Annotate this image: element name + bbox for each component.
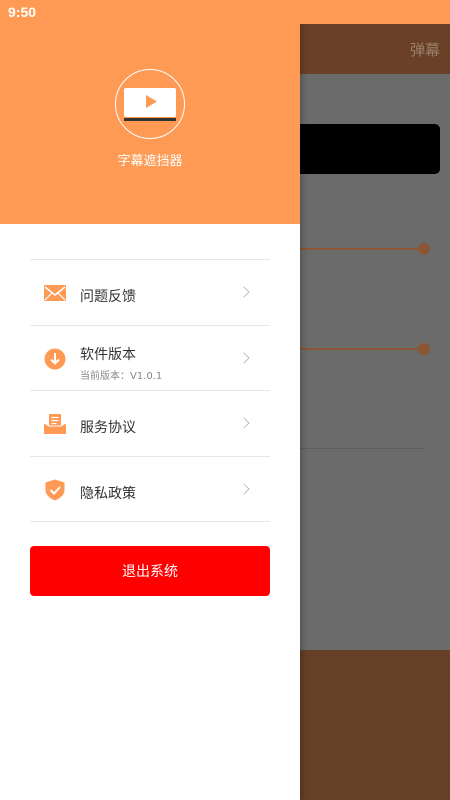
background-slider-track — [290, 348, 424, 350]
menu-item-service-agreement[interactable]: 服务协议 — [30, 391, 270, 457]
menu-item-label: 隐私政策 — [80, 485, 136, 502]
logout-button[interactable]: 退出系统 — [30, 546, 270, 596]
app-name: 字幕遮挡器 — [117, 154, 183, 169]
navigation-drawer: 字幕遮挡器 问题反馈 软件版本 当前版本：V1.0.1 服务协议 隐私政策 退出… — [0, 0, 300, 800]
chevron-right-icon — [238, 417, 250, 429]
video-play-icon — [124, 88, 176, 121]
background-divider — [290, 448, 424, 449]
chevron-right-icon — [238, 482, 250, 495]
chevron-right-icon — [238, 351, 250, 364]
menu-item-label: 问题反馈 — [80, 289, 136, 305]
background-slider-thumb — [418, 243, 430, 255]
document-icon — [43, 414, 67, 434]
drawer-header: 字幕遮挡器 — [0, 0, 300, 224]
download-icon — [44, 348, 66, 369]
background-slider-track — [290, 248, 424, 250]
drawer-menu: 问题反馈 软件版本 当前版本：V1.0.1 服务协议 隐私政策 — [30, 259, 270, 522]
menu-item-label: 服务协议 — [80, 420, 136, 436]
background-slider-thumb — [418, 343, 430, 355]
background-header-title[interactable]: 弹幕 — [410, 39, 440, 60]
menu-item-version[interactable]: 软件版本 当前版本：V1.0.1 — [30, 326, 270, 391]
menu-item-label: 软件版本 — [80, 346, 136, 363]
menu-item-privacy-policy[interactable]: 隐私政策 — [30, 457, 270, 522]
chevron-right-icon — [238, 286, 250, 298]
version-text: 当前版本：V1.0.1 — [80, 370, 163, 382]
app-logo — [115, 69, 185, 139]
menu-item-feedback[interactable]: 问题反馈 — [30, 260, 270, 326]
mail-icon — [44, 285, 66, 301]
status-time: 9:50 — [8, 4, 37, 20]
shield-check-icon — [45, 479, 65, 500]
status-bar: 9:50 — [0, 0, 450, 24]
